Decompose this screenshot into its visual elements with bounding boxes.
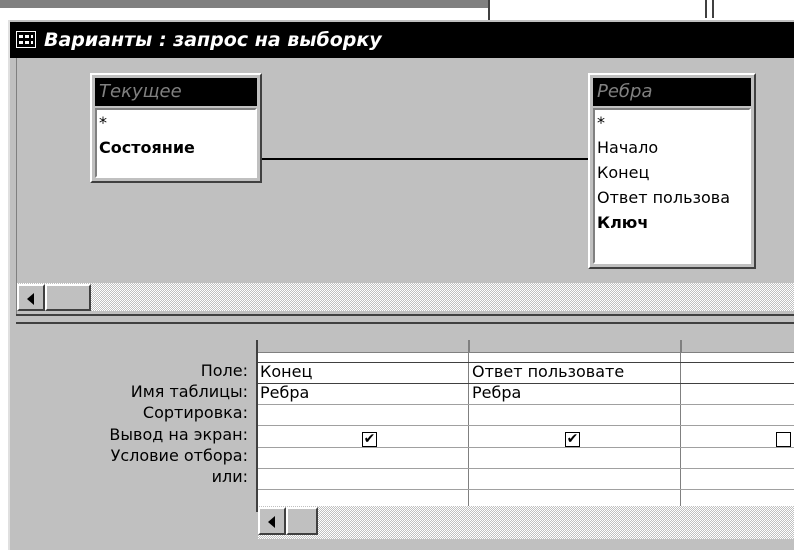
grid-cell-criteria[interactable] bbox=[470, 446, 680, 467]
grid-scroll-thumb[interactable] bbox=[286, 507, 318, 535]
field-list-item[interactable]: Начало bbox=[595, 135, 749, 160]
grid-cell-or[interactable] bbox=[470, 467, 680, 488]
relationship-line[interactable] bbox=[262, 158, 588, 160]
row-divider bbox=[258, 489, 794, 490]
diagram-horizontal-scrollbar[interactable] bbox=[17, 283, 794, 311]
grid-cell-field[interactable]: Ответ пользовате bbox=[470, 361, 680, 382]
field-list-item[interactable]: Конец bbox=[595, 160, 749, 185]
background-window-edge bbox=[712, 0, 714, 18]
scroll-left-arrow-icon bbox=[268, 516, 275, 528]
window-title: Варианты : запрос на выборку bbox=[44, 29, 382, 51]
grid-horizontal-scrollbar[interactable] bbox=[258, 506, 794, 539]
grid-cell-table[interactable] bbox=[682, 382, 794, 403]
field-list-item[interactable]: * bbox=[595, 110, 749, 135]
field-list-item[interactable]: * bbox=[97, 110, 255, 135]
field-list-edges[interactable]: * Начало Конец Ответ пользова Ключ bbox=[593, 108, 751, 264]
query-design-grid[interactable]: Конец Ребра ✔ Ответ пользовате Ребра ✔ bbox=[256, 340, 794, 512]
column-divider bbox=[468, 340, 469, 512]
diagram-scroll-thumb[interactable] bbox=[45, 284, 91, 311]
grid-cell-table[interactable]: Ребра bbox=[258, 382, 468, 403]
row-label-field: Поле: bbox=[200, 361, 248, 380]
design-grid-pane bbox=[16, 326, 794, 336]
grid-scroll-left-button[interactable] bbox=[258, 507, 286, 535]
checkmark-icon: ✔ bbox=[566, 431, 579, 447]
query-icon[interactable] bbox=[16, 31, 36, 48]
grid-cell-criteria[interactable] bbox=[258, 446, 468, 467]
grid-cell-field[interactable]: Конец bbox=[258, 361, 468, 382]
field-list-item[interactable]: Состояние bbox=[97, 135, 255, 160]
table-box-edges[interactable]: Ребра * Начало Конец Ответ пользова Ключ bbox=[588, 73, 756, 269]
column-divider bbox=[680, 340, 681, 512]
row-divider bbox=[258, 425, 794, 426]
grid-cell-sort[interactable] bbox=[470, 403, 680, 424]
grid-cell-field[interactable] bbox=[682, 361, 794, 382]
field-list-item[interactable]: Ключ bbox=[595, 210, 749, 235]
show-checkbox[interactable]: ✔ bbox=[362, 432, 377, 447]
row-label-sort: Сортировка: bbox=[142, 403, 248, 422]
column-selector[interactable] bbox=[470, 340, 682, 353]
grid-cell-table[interactable]: Ребра bbox=[470, 382, 680, 403]
grid-cell-sort[interactable] bbox=[258, 403, 468, 424]
table-box-current[interactable]: Текущее * Состояние bbox=[90, 73, 262, 183]
row-label-or: или: bbox=[211, 467, 248, 486]
background-window-edge bbox=[705, 0, 707, 18]
table-title-edges[interactable]: Ребра bbox=[593, 78, 751, 106]
grid-cell-or[interactable] bbox=[258, 467, 468, 488]
row-label-show: Вывод на экран: bbox=[109, 425, 248, 444]
column-selector[interactable] bbox=[682, 340, 794, 353]
scroll-left-arrow-icon bbox=[27, 293, 34, 305]
background-window-bar bbox=[0, 0, 490, 8]
diagram-scroll-left-button[interactable] bbox=[17, 284, 45, 311]
checkmark-icon: ✔ bbox=[363, 431, 376, 447]
column-selector[interactable] bbox=[258, 340, 470, 353]
pane-splitter[interactable] bbox=[16, 316, 794, 324]
field-list-current[interactable]: * Состояние bbox=[95, 108, 257, 178]
show-checkbox[interactable]: ✔ bbox=[565, 432, 580, 447]
show-checkbox[interactable] bbox=[776, 432, 791, 447]
field-list-item[interactable]: Ответ пользова bbox=[595, 185, 749, 210]
table-title-current[interactable]: Текущее bbox=[95, 78, 257, 106]
row-label-criteria: Условие отбора: bbox=[110, 446, 248, 465]
row-label-table: Имя таблицы: bbox=[130, 382, 248, 401]
